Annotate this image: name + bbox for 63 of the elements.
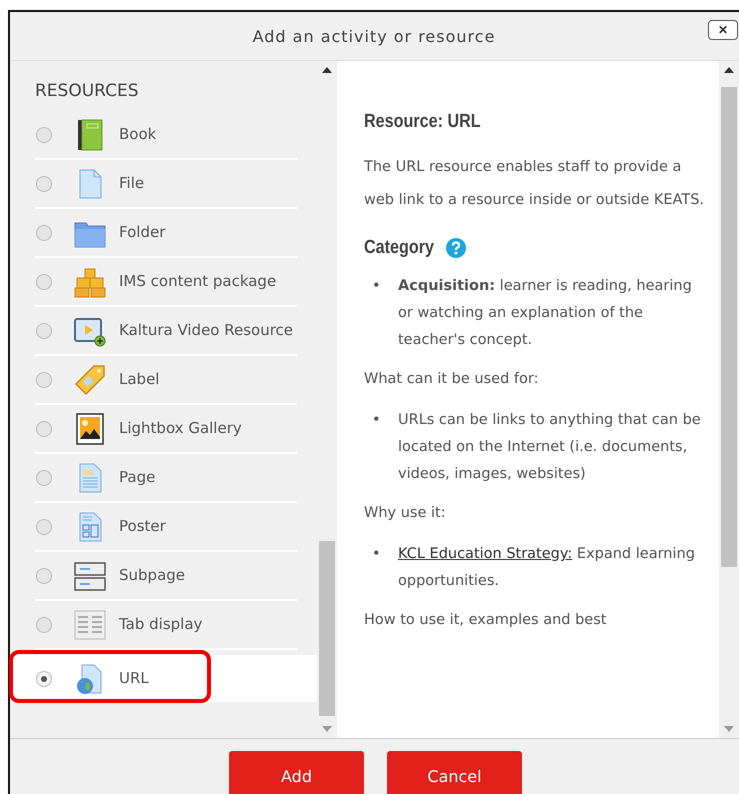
bullet-text: KCL Education Strategy: Expand learning opportunities. (398, 545, 696, 591)
scroll-up-icon[interactable] (724, 67, 734, 73)
resource-name: Folder (119, 222, 166, 243)
resource-option[interactable]: Folder (35, 209, 297, 258)
bullet-text: Acquisition: learner is reading, hearing or watching an explanation of the teacher's concept. (398, 277, 693, 350)
subheading-text: What can it be used for: (364, 370, 540, 389)
strategy-link[interactable]: KCL Education Strategy: (398, 546, 572, 562)
radio-button[interactable] (36, 224, 52, 240)
scrollbar-thumb[interactable] (319, 541, 335, 716)
resource-option[interactable]: Page (35, 454, 297, 503)
section-heading: Category (364, 237, 434, 259)
scrollbar-thumb[interactable] (721, 87, 737, 567)
bullet-mark: • (372, 545, 382, 564)
scroll-down-icon[interactable] (724, 726, 734, 732)
resource-option[interactable]: Lightbox Gallery (35, 405, 297, 454)
resource-option[interactable]: Tab display (35, 601, 297, 650)
resource-name: URL (119, 668, 150, 689)
radio-button[interactable] (36, 568, 52, 584)
radio-button[interactable] (36, 126, 52, 142)
resource-option[interactable]: IMS content package (35, 258, 297, 307)
resource-name: File (119, 173, 144, 194)
resource-option[interactable]: Poster (35, 503, 297, 552)
resource-name: Book (119, 124, 156, 145)
radio-button[interactable] (36, 420, 52, 436)
bullet-mark: • (372, 277, 382, 296)
dialog-title: Add an activity or resource (252, 26, 496, 46)
resource-option[interactable]: Book (35, 111, 297, 160)
help-icon[interactable] (446, 238, 466, 258)
resource-option[interactable]: File (35, 160, 297, 209)
tag-icon (74, 364, 106, 396)
resource-name: IMS content package (119, 271, 276, 292)
radio-button[interactable] (36, 372, 52, 388)
resource-option[interactable]: Subpage (35, 552, 297, 601)
resource-name: Lightbox Gallery (119, 418, 242, 439)
radio-button[interactable] (36, 670, 52, 686)
resource-option[interactable]: Label (35, 356, 297, 405)
subpage-icon (74, 560, 106, 592)
radio-button[interactable] (36, 176, 52, 192)
resource-name: Page (119, 467, 156, 488)
resource-name: Poster (119, 516, 166, 537)
bullet-text: URLs can be links to anything that can be located on the Internet (i.e. documents, videos, images, websites) (398, 411, 702, 484)
radio-button[interactable] (36, 518, 52, 534)
resource-name: Tab display (119, 614, 202, 635)
radio-button[interactable] (36, 616, 52, 632)
table-icon (74, 608, 106, 640)
cancel-button[interactable]: Cancel (387, 751, 522, 794)
resource-name: Label (119, 369, 160, 390)
resource-option[interactable]: Kaltura Video Resource (35, 307, 297, 356)
subheading-text: How to use it, examples and best (364, 611, 608, 630)
radio-button[interactable] (36, 274, 52, 290)
bullet-mark: • (372, 411, 382, 430)
description-text: The URL resource enables staff to provide a web link to a resource inside or outside KEATS. (364, 158, 706, 210)
add-button[interactable]: Add (229, 751, 364, 794)
resource-name: Kaltura Video Resource (119, 320, 294, 341)
boxes-icon (74, 266, 106, 298)
radio-button[interactable] (36, 322, 52, 338)
section-heading: RESOURCES (35, 81, 140, 103)
close-button[interactable]: ✕ (708, 20, 738, 40)
radio-button[interactable] (36, 470, 52, 486)
resource-name: Subpage (119, 565, 186, 586)
subheading-text: Why use it: (364, 504, 447, 523)
section-heading: Resource: URL (364, 111, 481, 133)
image-icon (74, 412, 106, 444)
